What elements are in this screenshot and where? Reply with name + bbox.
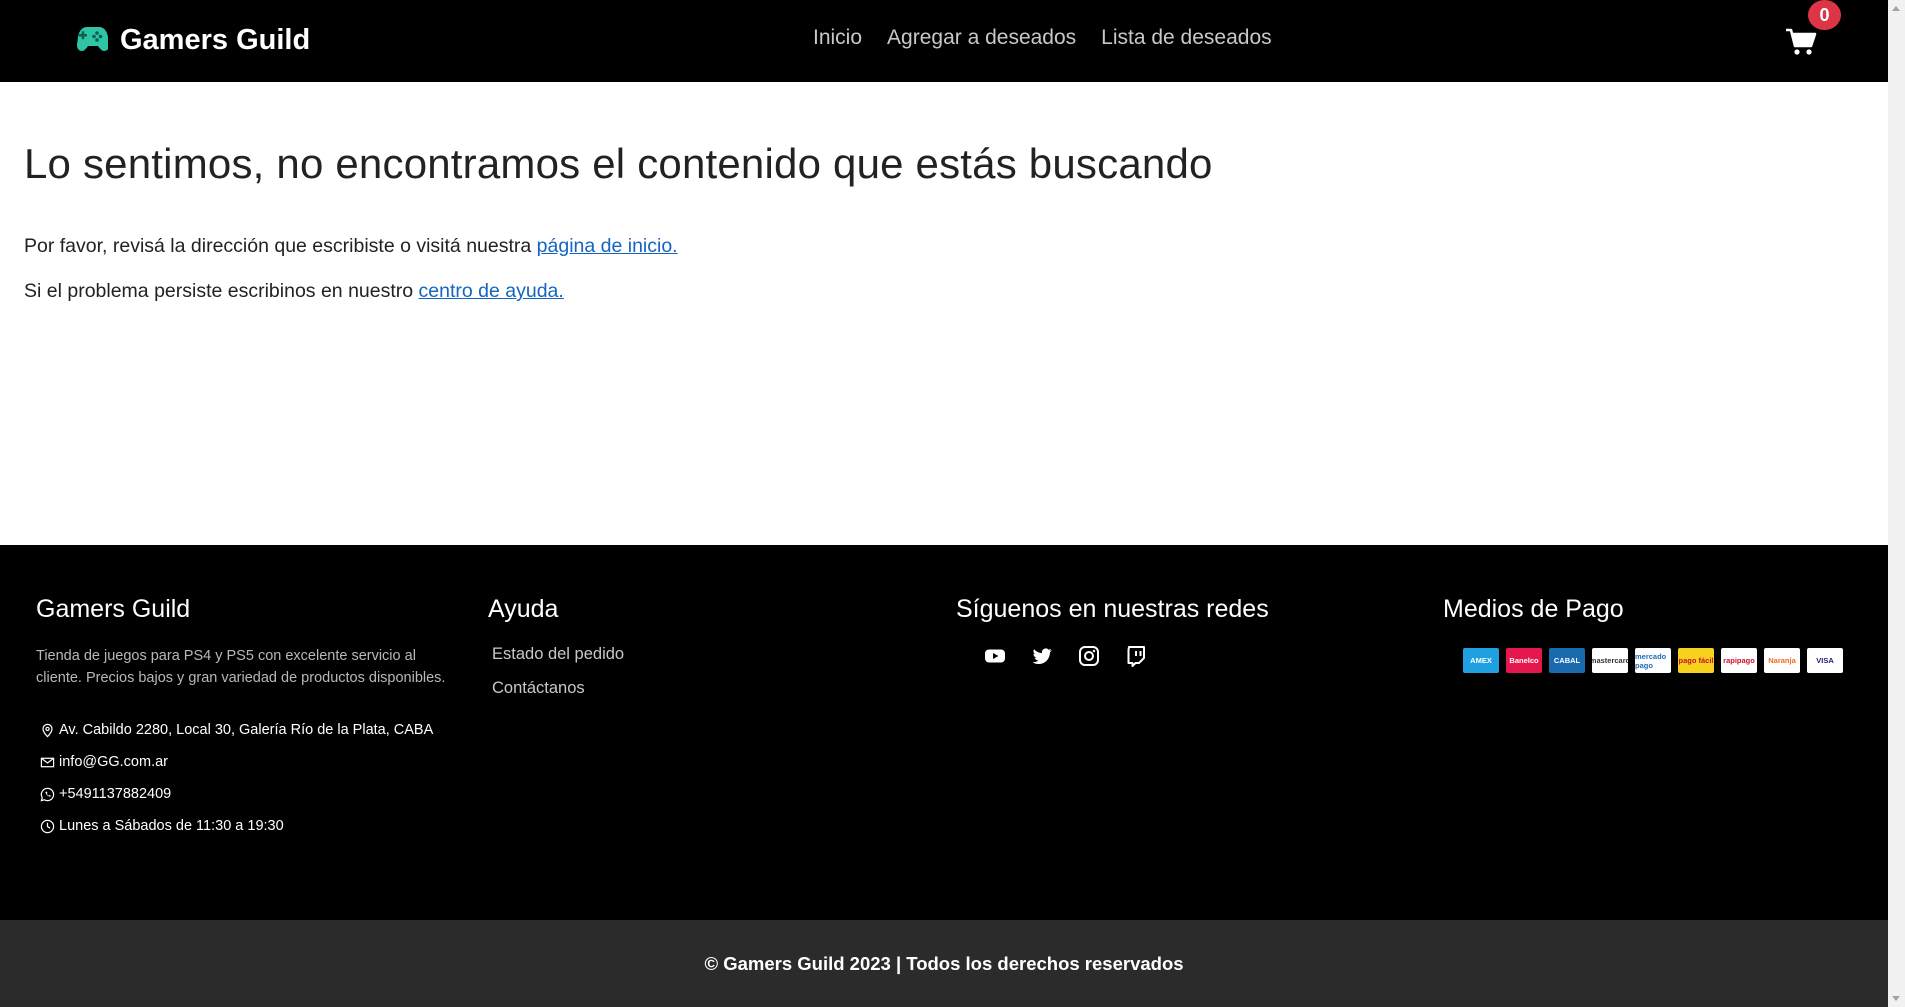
cart-icon <box>1786 28 1817 55</box>
page: Gamers Guild Inicio Agregar a deseados L… <box>0 0 1888 1007</box>
payment-card-mastercard: mastercard <box>1592 648 1628 673</box>
social-icons <box>984 645 1147 667</box>
footer-about-title: Gamers Guild <box>36 595 191 623</box>
page-title: Lo sentimos, no encontramos el contenido… <box>24 140 1213 187</box>
nav-link-lista-deseados[interactable]: Lista de deseados <box>1101 26 1271 50</box>
home-page-link[interactable]: página de inicio. <box>537 235 678 257</box>
nav-links: Inicio Agregar a deseados Lista de desea… <box>813 26 1272 50</box>
payment-card-mercado-pago: mercado pago <box>1635 648 1671 673</box>
payment-card-pago-f-cil: pago fácil <box>1678 648 1714 673</box>
footer-phone[interactable]: +5491137882409 <box>40 786 171 802</box>
location-pin-icon <box>42 723 53 737</box>
footer-payments-title: Medios de Pago <box>1443 595 1624 623</box>
cart-button[interactable] <box>1783 24 1819 58</box>
help-link-contact[interactable]: Contáctanos <box>492 679 585 698</box>
copyright-bar: © Gamers Guild 2023 | Todos los derechos… <box>0 920 1888 1007</box>
nav-link-inicio[interactable]: Inicio <box>813 26 862 50</box>
payment-card-amex: AMEX <box>1463 648 1499 673</box>
help-center-link[interactable]: centro de ayuda. <box>419 280 564 302</box>
footer-hours: Lunes a Sábados de 11:30 a 19:30 <box>40 818 284 834</box>
footer-hours-text: Lunes a Sábados de 11:30 a 19:30 <box>59 818 284 834</box>
twitter-icon[interactable] <box>1031 645 1053 667</box>
copyright-text: © Gamers Guild 2023 | Todos los derechos… <box>704 952 1184 974</box>
footer-help: Ayuda Estado del pedido Contáctanos <box>488 595 788 715</box>
footer-address: Av. Cabildo 2280, Local 30, Galería Río … <box>40 722 433 738</box>
footer-help-title: Ayuda <box>488 595 559 623</box>
help-link-order-status[interactable]: Estado del pedido <box>492 645 624 664</box>
cart-count-badge: 0 <box>1808 0 1841 30</box>
footer-phone-text: +5491137882409 <box>59 786 172 802</box>
brand-link[interactable]: Gamers Guild <box>70 20 310 60</box>
footer-address-text: Av. Cabildo 2280, Local 30, Galería Río … <box>59 722 434 738</box>
payment-card-rapipago: rapipago <box>1721 648 1757 673</box>
payment-card-naranja: Naranja <box>1764 648 1800 673</box>
instagram-icon[interactable] <box>1078 645 1100 667</box>
whatsapp-icon <box>40 787 55 801</box>
payment-card-visa: VISA <box>1807 648 1843 673</box>
envelope-icon <box>40 757 55 767</box>
message-line-1: Por favor, revisá la dirección que escri… <box>24 235 678 258</box>
message-line-2-text: Si el problema persiste escribinos en nu… <box>24 280 419 302</box>
footer-payments: Medios de Pago AMEX Banelco CABAL mastercar… <box>1443 595 1863 685</box>
footer-social: Síguenos en nuestras redes <box>956 595 1316 685</box>
footer-email-text: info@GG.com.ar <box>59 754 168 770</box>
brand-name: Gamers Guild <box>120 23 311 56</box>
youtube-icon[interactable] <box>984 645 1006 667</box>
payment-card-banelco: Banelco <box>1506 648 1542 673</box>
error-content: Lo sentimos, no encontramos el contenido… <box>24 140 1824 302</box>
footer: Gamers Guild Tienda de juegos para PS4 y… <box>0 545 1888 920</box>
footer-about: Gamers Guild Tienda de juegos para PS4 y… <box>36 595 476 865</box>
scroll-down-arrow-icon[interactable] <box>1892 996 1900 1001</box>
payment-cards: AMEX Banelco CABAL mastercard mercado pago pa… <box>1463 648 1843 673</box>
message-line-1-text: Por favor, revisá la dirección que escri… <box>24 235 537 257</box>
page-scrollbar[interactable] <box>1888 0 1905 1007</box>
clock-icon <box>40 819 55 833</box>
gamepad-icon <box>70 23 109 58</box>
twitch-icon[interactable] <box>1125 645 1147 667</box>
footer-social-title: Síguenos en nuestras redes <box>956 595 1269 623</box>
nav-link-agregar-deseados[interactable]: Agregar a deseados <box>887 26 1076 50</box>
scroll-up-arrow-icon[interactable] <box>1892 6 1900 11</box>
payment-card-cabal: CABAL <box>1549 648 1585 673</box>
footer-description: Tienda de juegos para PS4 y PS5 con exce… <box>36 648 446 686</box>
footer-email[interactable]: info@GG.com.ar <box>40 754 168 770</box>
navbar: Gamers Guild Inicio Agregar a deseados L… <box>0 0 1888 82</box>
message-line-2: Si el problema persiste escribinos en nu… <box>24 280 564 303</box>
